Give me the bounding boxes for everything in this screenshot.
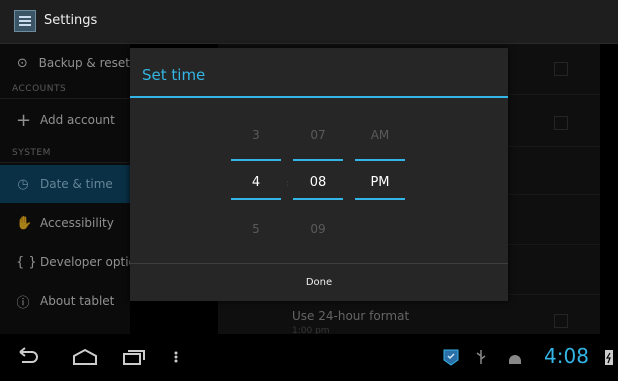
- battery-charging-icon: [604, 346, 614, 368]
- shield-notification-icon[interactable]: [442, 346, 460, 368]
- android-debug-icon: [506, 346, 524, 368]
- home-icon[interactable]: [72, 346, 98, 368]
- ampm-selection-line-bottom: [355, 198, 405, 200]
- ampm-selection-line-top: [355, 159, 405, 161]
- set-time-dialog: Set time 3 4 5 : 07 08 09 AM PM Done: [130, 48, 508, 301]
- ampm-picker[interactable]: AM PM: [355, 98, 405, 263]
- hour-selection-line-bottom: [231, 198, 281, 200]
- minute-current[interactable]: 08: [293, 175, 343, 190]
- system-bar: [0, 334, 618, 381]
- time-separator: :: [286, 178, 290, 189]
- hour-prev[interactable]: 3: [231, 128, 281, 142]
- hour-next[interactable]: 5: [231, 222, 281, 236]
- app-title: Settings: [44, 13, 98, 28]
- minute-selection-line-top: [293, 159, 343, 161]
- recent-apps-icon[interactable]: [122, 346, 146, 368]
- minute-selection-line-bottom: [293, 198, 343, 200]
- minute-next[interactable]: 09: [293, 222, 343, 236]
- action-bar: Settings: [0, 0, 618, 44]
- settings-app-icon[interactable]: [14, 10, 36, 32]
- menu-icon[interactable]: [172, 346, 180, 368]
- done-button[interactable]: Done: [130, 264, 508, 301]
- usb-icon: [474, 346, 488, 368]
- ampm-current[interactable]: PM: [355, 175, 405, 190]
- ampm-prev[interactable]: AM: [355, 128, 405, 142]
- status-clock[interactable]: 4:08: [544, 344, 589, 368]
- back-icon[interactable]: [16, 346, 40, 368]
- hour-selection-line-top: [231, 159, 281, 161]
- hour-picker[interactable]: 3 4 5: [231, 98, 281, 263]
- minute-prev[interactable]: 07: [293, 128, 343, 142]
- dialog-title: Set time: [142, 66, 206, 84]
- hour-current[interactable]: 4: [231, 175, 281, 190]
- minute-picker[interactable]: 07 08 09: [293, 98, 343, 263]
